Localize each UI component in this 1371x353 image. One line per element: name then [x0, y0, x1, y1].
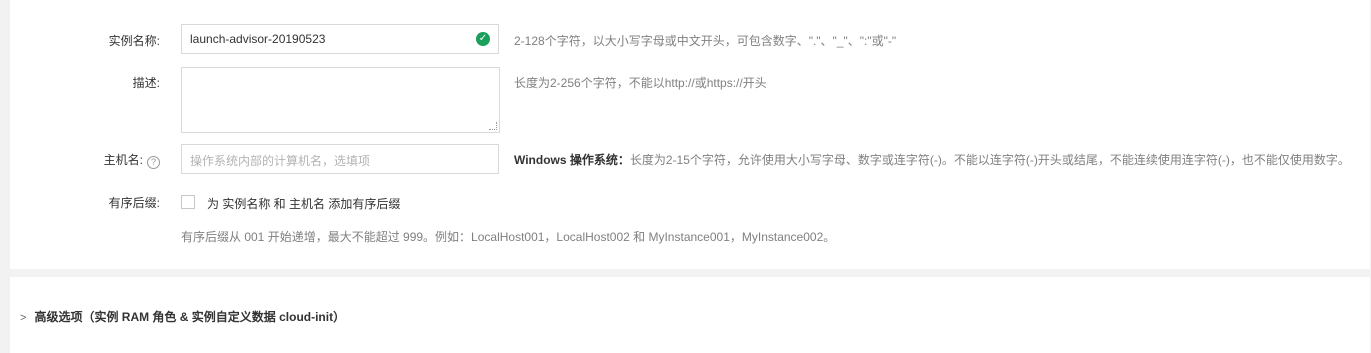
- instance-name-label: 实例名称:: [108, 34, 160, 48]
- ordered-suffix-checkbox[interactable]: [181, 195, 195, 209]
- question-circle-icon[interactable]: ?: [147, 156, 160, 169]
- instance-name-input[interactable]: launch-advisor-20190523 ✓: [181, 24, 499, 54]
- description-label: 描述:: [132, 76, 160, 90]
- description-textarea[interactable]: [181, 67, 500, 133]
- hostname-label-row: 主机名:?: [60, 152, 160, 169]
- ordered-suffix-label: 有序后缀:: [108, 196, 160, 210]
- hostname-hint-os: Windows 操作系统：: [514, 153, 630, 167]
- ordered-suffix-note: 有序后缀从 001 开始递增，最大不能超过 999。例如：LocalHost00…: [181, 230, 836, 244]
- instance-name-hint: 2-128个字符，以大小写字母或中文开头，可包含数字、"."、"_"、":"或"…: [514, 34, 897, 48]
- check-circle-icon: ✓: [476, 32, 490, 46]
- instance-name-value: launch-advisor-20190523: [190, 32, 326, 46]
- chevron-right-icon: >: [20, 312, 27, 324]
- resize-handle-icon[interactable]: [489, 122, 497, 130]
- ordered-suffix-checkbox-label[interactable]: 为 实例名称 和 主机名 添加有序后缀: [207, 195, 400, 212]
- hostname-hint: Windows 操作系统：长度为2-15个字符，允许使用大小写字母、数字或连字符…: [514, 152, 1350, 168]
- hostname-label: 主机名:: [103, 153, 143, 167]
- advanced-options-label: 高级选项（实例 RAM 角色 & 实例自定义数据 cloud-init）: [34, 310, 346, 324]
- advanced-options-toggle[interactable]: > 高级选项（实例 RAM 角色 & 实例自定义数据 cloud-init）: [20, 308, 345, 325]
- description-hint: 长度为2-256个字符，不能以http://或https://开头: [514, 76, 767, 90]
- hostname-placeholder: 操作系统内部的计算机名，选填项: [190, 154, 371, 168]
- hostname-hint-text: 长度为2-15个字符，允许使用大小写字母、数字或连字符(-)。不能以连字符(-)…: [629, 153, 1350, 167]
- hostname-input[interactable]: 操作系统内部的计算机名，选填项: [181, 144, 499, 174]
